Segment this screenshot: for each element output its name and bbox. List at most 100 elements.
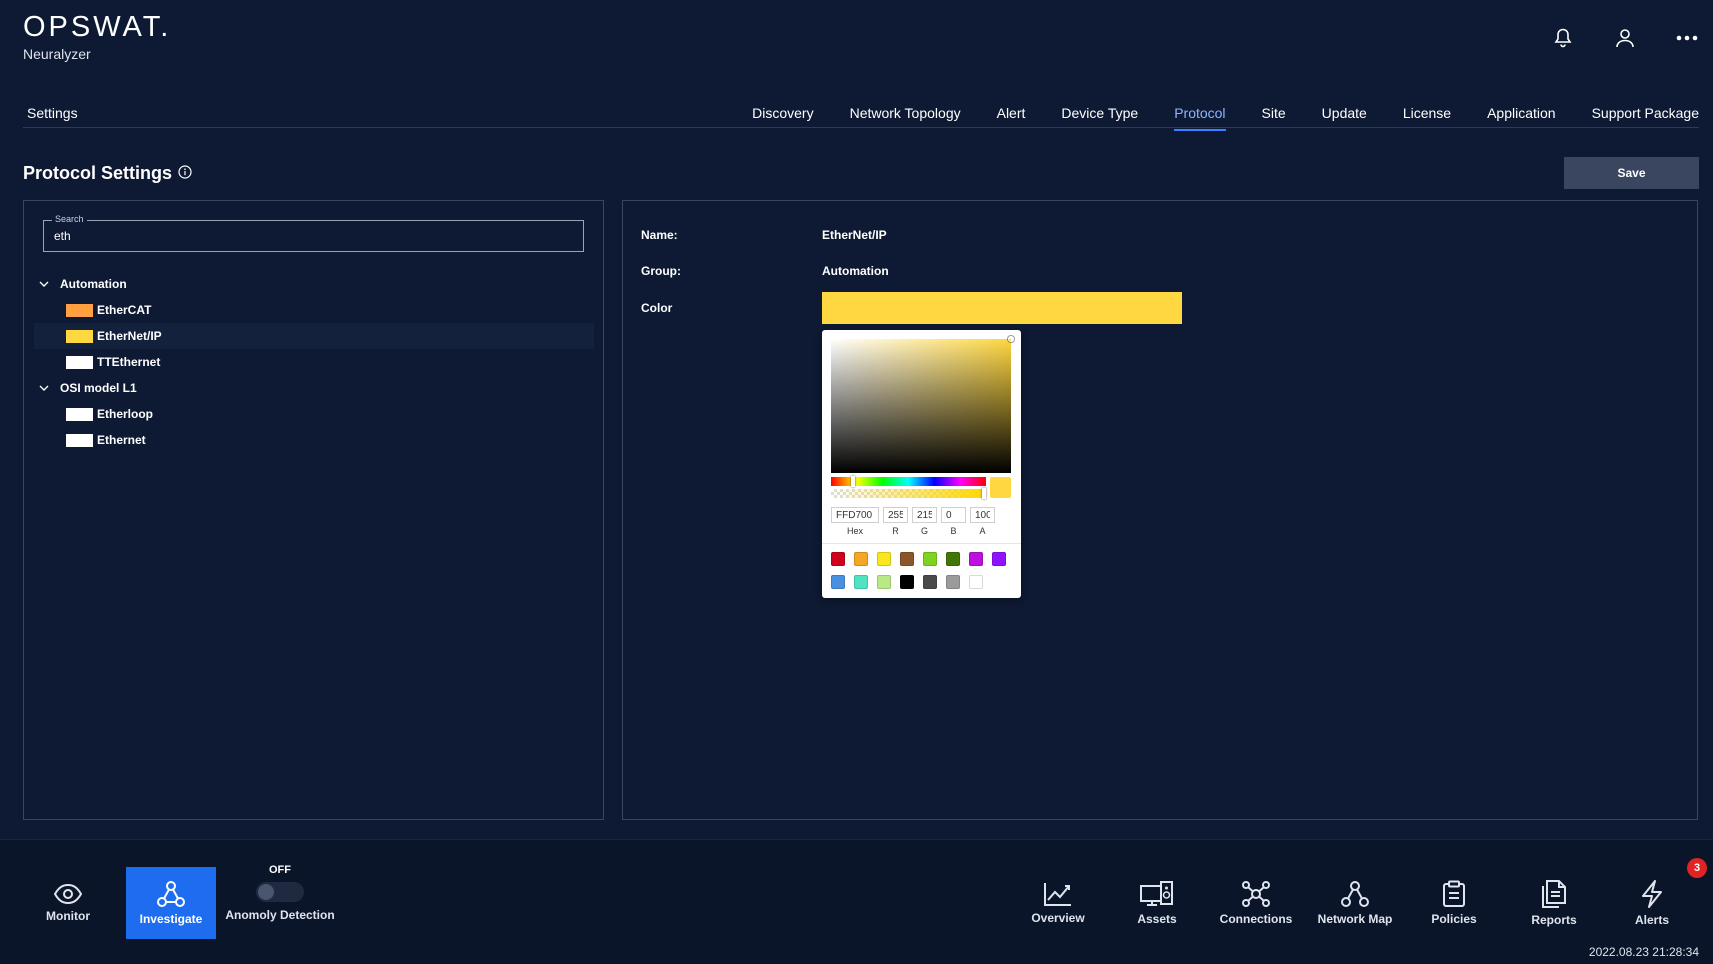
hue-slider[interactable] bbox=[831, 476, 986, 487]
name-label: Name: bbox=[641, 228, 678, 242]
anomaly-detection-toggle[interactable] bbox=[256, 882, 304, 902]
tree-item-label: TTEthernet bbox=[97, 355, 161, 369]
preset-swatch[interactable] bbox=[923, 575, 937, 589]
preset-swatch[interactable] bbox=[992, 552, 1006, 566]
timestamp: 2022.08.23 21:28:34 bbox=[1588, 945, 1699, 959]
r-field: R bbox=[883, 507, 908, 536]
group-value: Automation bbox=[822, 264, 889, 278]
g-input[interactable] bbox=[912, 507, 937, 523]
tree-item-etherloop[interactable]: Etherloop bbox=[34, 401, 594, 427]
user-icon[interactable] bbox=[1609, 22, 1641, 54]
page-title: Protocol Settings bbox=[23, 163, 192, 184]
toggle-state: OFF bbox=[269, 864, 291, 876]
tab-network-topology[interactable]: Network Topology bbox=[850, 105, 961, 131]
tab-device-type[interactable]: Device Type bbox=[1061, 105, 1138, 131]
nav-connections[interactable]: Connections bbox=[1211, 867, 1301, 939]
tree-item-label: Ethernet bbox=[97, 433, 146, 447]
search-legend: Search bbox=[52, 214, 87, 224]
more-options-icon[interactable] bbox=[1671, 22, 1703, 54]
nav-label: Monitor bbox=[46, 909, 90, 923]
alerts-badge: 3 bbox=[1687, 858, 1707, 878]
tree-item-ethernet[interactable]: Ethernet bbox=[34, 427, 594, 453]
preset-swatch[interactable] bbox=[923, 552, 937, 566]
nav-label: Overview bbox=[1031, 911, 1085, 925]
r-label: R bbox=[892, 526, 899, 536]
chevron-down-icon bbox=[34, 385, 54, 391]
preset-swatch[interactable] bbox=[969, 575, 983, 589]
g-field: G bbox=[912, 507, 937, 536]
saturation-area[interactable] bbox=[831, 336, 1014, 473]
save-button[interactable]: Save bbox=[1564, 157, 1699, 189]
alpha-slider[interactable] bbox=[831, 488, 986, 499]
preset-swatch[interactable] bbox=[877, 575, 891, 589]
nav-label: Policies bbox=[1431, 912, 1477, 926]
nav-label: Alerts bbox=[1634, 913, 1669, 927]
nav-label: Investigate bbox=[139, 912, 203, 926]
nav-label: Assets bbox=[1137, 912, 1177, 926]
bell-icon[interactable] bbox=[1547, 22, 1579, 54]
r-input[interactable] bbox=[883, 507, 908, 523]
hue-slider-handle[interactable] bbox=[850, 476, 855, 487]
preset-swatch[interactable] bbox=[900, 575, 914, 589]
preset-swatch[interactable] bbox=[900, 552, 914, 566]
info-icon[interactable] bbox=[178, 163, 192, 184]
tree-item-ttethernet[interactable]: TTEthernet bbox=[34, 349, 594, 375]
alpha-slider-handle[interactable] bbox=[982, 488, 986, 499]
nav-label: Network Map bbox=[1317, 912, 1393, 926]
nav-network-map[interactable]: Network Map bbox=[1310, 867, 1400, 939]
settings-label: Settings bbox=[27, 105, 78, 121]
b-input[interactable] bbox=[941, 507, 966, 523]
tree-group-label: OSI model L1 bbox=[60, 381, 137, 395]
toggle-knob bbox=[258, 884, 274, 900]
tree-item-label: EtherCAT bbox=[97, 303, 152, 317]
toggle-label: Anomoly Detection bbox=[225, 908, 335, 922]
nav-investigate[interactable]: Investigate bbox=[126, 867, 216, 939]
tree-item-ethernet-ip[interactable]: EtherNet/IP bbox=[34, 323, 594, 349]
tab-site[interactable]: Site bbox=[1262, 105, 1286, 131]
a-input[interactable] bbox=[970, 507, 995, 523]
preset-swatch[interactable] bbox=[946, 552, 960, 566]
color-field[interactable] bbox=[822, 292, 1182, 324]
nav-monitor[interactable]: Monitor bbox=[23, 867, 113, 939]
nav-policies[interactable]: Policies bbox=[1409, 867, 1499, 939]
nav-overview[interactable]: Overview bbox=[1013, 867, 1103, 939]
search-input[interactable] bbox=[44, 221, 583, 251]
saturation-cursor[interactable] bbox=[1008, 336, 1014, 342]
color-swatch bbox=[66, 303, 93, 317]
tab-discovery[interactable]: Discovery bbox=[752, 105, 813, 131]
nav-reports[interactable]: Reports bbox=[1509, 867, 1599, 939]
nav-alerts[interactable]: Alerts bbox=[1607, 867, 1697, 939]
devices-icon bbox=[1140, 881, 1173, 906]
preset-swatch[interactable] bbox=[946, 575, 960, 589]
tab-update[interactable]: Update bbox=[1322, 105, 1367, 131]
preset-swatch[interactable] bbox=[969, 552, 983, 566]
product-name: Neuralyzer bbox=[23, 46, 91, 62]
tab-list: Discovery Network Topology Alert Device … bbox=[716, 105, 1699, 131]
nav-label: Connections bbox=[1219, 912, 1293, 926]
color-swatch bbox=[66, 355, 93, 369]
color-preview bbox=[990, 477, 1011, 498]
tab-support-package[interactable]: Support Package bbox=[1592, 105, 1699, 131]
tree-item-label: Etherloop bbox=[97, 407, 153, 421]
protocol-tree: Automation EtherCAT EtherNet/IP TTEthern… bbox=[34, 271, 594, 453]
a-field: A bbox=[970, 507, 995, 536]
tab-application[interactable]: Application bbox=[1487, 105, 1556, 131]
tree-group-osi-model-l1[interactable]: OSI model L1 bbox=[34, 375, 594, 401]
tab-license[interactable]: License bbox=[1403, 105, 1451, 131]
name-value: EtherNet/IP bbox=[822, 228, 887, 242]
settings-tabs-bar: Settings Discovery Network Topology Aler… bbox=[23, 100, 1699, 131]
tree-item-ethercat[interactable]: EtherCAT bbox=[34, 297, 594, 323]
tab-alert[interactable]: Alert bbox=[997, 105, 1026, 131]
preset-swatch[interactable] bbox=[831, 575, 845, 589]
color-swatch bbox=[66, 329, 93, 343]
preset-swatch[interactable] bbox=[854, 575, 868, 589]
tab-protocol[interactable]: Protocol bbox=[1174, 105, 1226, 131]
nav-assets[interactable]: Assets bbox=[1112, 867, 1202, 939]
bottom-nav-bar: Monitor Investigate OFF Anomoly Detectio… bbox=[0, 839, 1713, 964]
preset-swatch[interactable] bbox=[831, 552, 845, 566]
preset-swatch[interactable] bbox=[877, 552, 891, 566]
preset-swatch[interactable] bbox=[854, 552, 868, 566]
hex-input[interactable] bbox=[831, 507, 879, 523]
tree-group-automation[interactable]: Automation bbox=[34, 271, 594, 297]
connections-icon bbox=[1242, 881, 1270, 907]
